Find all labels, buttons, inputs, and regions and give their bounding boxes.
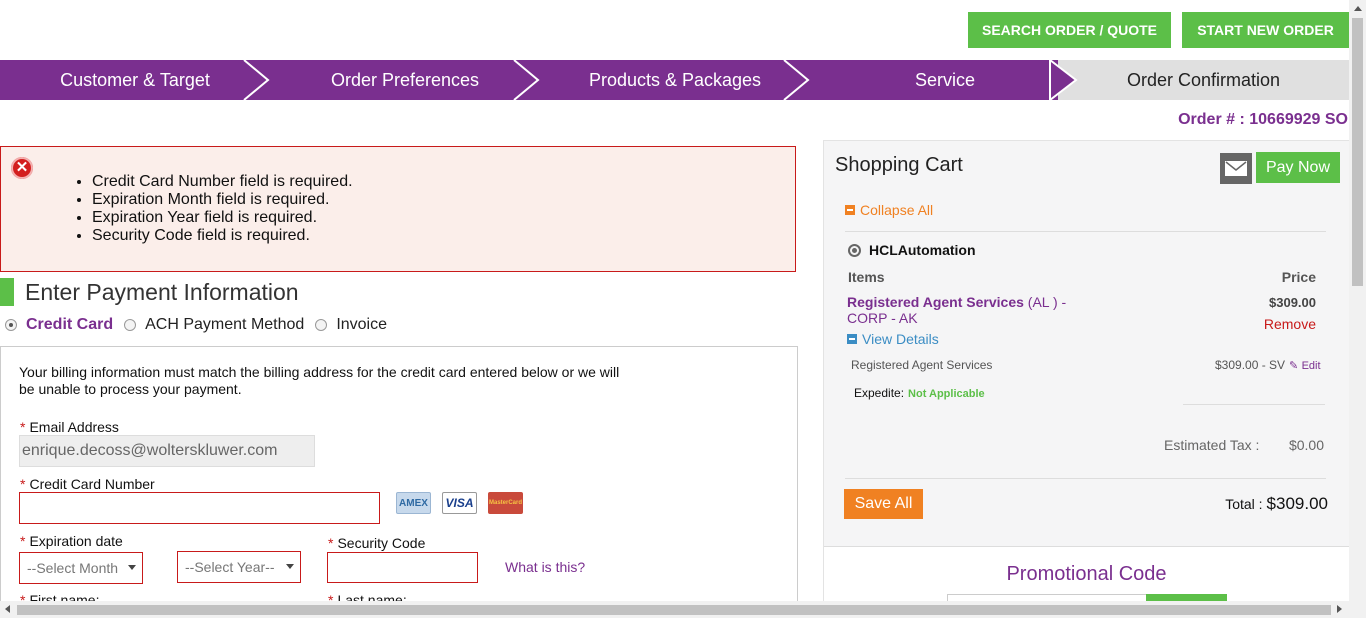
expiration-year-select[interactable]: --Select Year-- <box>177 551 301 583</box>
horizontal-scrollbar[interactable] <box>0 601 1349 618</box>
sub-item-price: $309.00 - SV <box>1215 358 1286 372</box>
search-order-button[interactable]: SEARCH ORDER / QUOTE <box>968 12 1171 48</box>
shopping-cart: Shopping Cart Pay Now Collapse All HCLAu… <box>823 140 1350 618</box>
cart-title: Shopping Cart <box>835 154 963 176</box>
collapse-all-link[interactable]: Collapse All <box>845 202 933 218</box>
collapse-all-label: Collapse All <box>860 202 934 218</box>
email-label: * Email Address <box>20 419 119 435</box>
chevron-down-icon <box>128 565 136 570</box>
step-chevron-icons <box>243 60 1078 100</box>
radio-ach[interactable] <box>124 319 137 331</box>
divider <box>1183 404 1325 405</box>
payment-title: Enter Payment Information <box>25 278 299 305</box>
scroll-left-icon[interactable] <box>5 605 10 613</box>
target-icon <box>848 243 861 257</box>
account-name: HCLAutomation <box>848 242 976 258</box>
payment-method-radios: Credit Card ACH Payment Method Invoice <box>5 316 398 334</box>
radio-invoice[interactable] <box>315 319 328 331</box>
remove-item-link[interactable]: Remove <box>1264 316 1316 332</box>
vertical-scrollbar[interactable] <box>1349 0 1366 618</box>
label-credit-card[interactable]: Credit Card <box>26 316 113 334</box>
what-is-this-link[interactable]: What is this? <box>505 559 585 575</box>
step-navigation: Order Confirmation Customer & Target Ord… <box>0 60 1349 100</box>
error-item: Credit Card Number field is required. <box>92 173 353 191</box>
label-invoice[interactable]: Invoice <box>336 316 387 334</box>
vertical-scroll-thumb[interactable] <box>1352 18 1363 286</box>
heading-accent-bar <box>0 278 14 306</box>
order-number: Order # : 10669929 SO <box>1178 111 1348 128</box>
expiration-label: * Expiration date <box>20 533 123 549</box>
edit-link[interactable]: ✎ Edit <box>1289 358 1321 372</box>
month-select-value: --Select Month <box>27 560 119 576</box>
security-code-input[interactable] <box>327 552 478 583</box>
pencil-icon: ✎ <box>1289 360 1299 372</box>
error-summary: ✕ Credit Card Number field is required. … <box>0 146 796 272</box>
cc-number-label: * Credit Card Number <box>20 476 155 492</box>
cart-item-price: $309.00 <box>1269 295 1316 310</box>
items-header: Items <box>848 269 885 285</box>
price-header: Price <box>1281 269 1316 285</box>
mastercard-icon: MasterCard <box>488 492 523 514</box>
error-item: Expiration Month field is required. <box>92 191 353 209</box>
label-ach[interactable]: ACH Payment Method <box>145 316 304 334</box>
view-details-link[interactable]: View Details <box>847 331 939 347</box>
error-item: Security Code field is required. <box>92 227 353 245</box>
horizontal-scroll-thumb[interactable] <box>17 605 1331 615</box>
save-all-button[interactable]: Save All <box>844 489 923 519</box>
payment-form: Your billing information must match the … <box>0 346 798 618</box>
radio-credit-card[interactable] <box>5 319 17 331</box>
envelope-icon <box>1225 161 1247 176</box>
expedite-row: Expedite: Not Applicable <box>854 386 985 400</box>
estimated-tax-label: Estimated Tax : <box>1164 437 1260 453</box>
pay-now-button[interactable]: Pay Now <box>1256 152 1340 183</box>
year-select-value: --Select Year-- <box>185 559 275 575</box>
cc-number-input[interactable] <box>19 492 380 524</box>
minus-box-icon <box>845 205 855 215</box>
expiration-month-select[interactable]: --Select Month <box>19 552 143 584</box>
minus-box-icon <box>847 334 857 344</box>
divider <box>845 231 1326 232</box>
promo-title: Promotional Code <box>1006 563 1167 585</box>
error-close-icon: ✕ <box>11 157 33 179</box>
scroll-right-icon[interactable] <box>1337 605 1342 613</box>
page: SEARCH ORDER / QUOTE START NEW ORDER Ord… <box>0 0 1366 618</box>
error-item: Expiration Year field is required. <box>92 209 353 227</box>
divider <box>845 478 1326 479</box>
scroll-up-icon[interactable] <box>1354 6 1362 11</box>
visa-card-icon: VISA <box>442 492 477 514</box>
chevron-down-icon <box>286 564 294 569</box>
email-cart-button[interactable] <box>1220 153 1252 184</box>
cart-total: Total : $309.00 <box>1225 494 1328 513</box>
cart-item-name[interactable]: Registered Agent Services (AL ) - CORP -… <box>847 294 1087 326</box>
sub-item-name: Registered Agent Services <box>851 358 993 372</box>
amex-card-icon: AMEX <box>396 492 431 514</box>
email-field[interactable]: enrique.decoss@wolterskluwer.com <box>19 435 315 467</box>
estimated-tax-value: $0.00 <box>1288 437 1324 453</box>
start-new-order-button[interactable]: START NEW ORDER <box>1182 12 1349 48</box>
payment-heading: Enter Payment Information <box>0 278 299 306</box>
security-code-label: * Security Code <box>328 535 426 551</box>
billing-note: Your billing information must match the … <box>19 364 620 397</box>
